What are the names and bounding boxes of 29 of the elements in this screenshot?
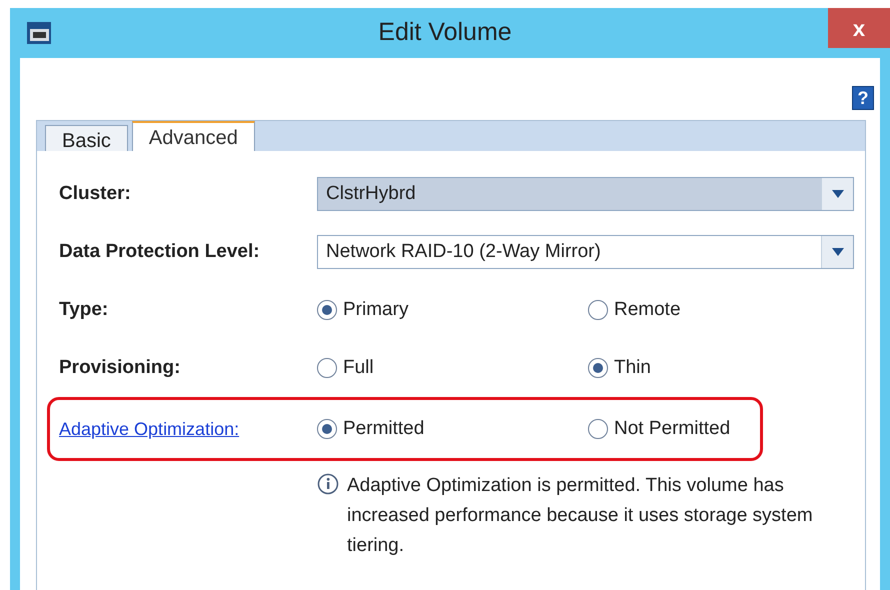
tab[interactable]: Basic (45, 125, 128, 151)
field-label: Data Protection Level: (59, 240, 261, 264)
radio-label: Thin (614, 356, 651, 380)
radio-label: Remote (614, 298, 681, 322)
dropdown[interactable]: Network RAID-10 (2-Way Mirror) (317, 235, 854, 269)
info-icon (317, 473, 339, 495)
radio-button[interactable] (588, 358, 608, 378)
caret-icon[interactable] (821, 236, 853, 268)
field-label: Cluster: (59, 182, 132, 206)
app-icon (26, 21, 52, 45)
radio-button[interactable] (588, 300, 608, 320)
info-text: Adaptive Optimization is permitted. This volume has increased performance because it uses storage system tiering. (347, 474, 814, 558)
tab[interactable]: Advanced (132, 121, 255, 151)
field-label: Type: (59, 298, 110, 322)
radio-label: Permitted (343, 416, 424, 441)
radio-label: Full (343, 356, 374, 380)
help-button[interactable]: ? (852, 86, 874, 110)
radio-button[interactable] (317, 419, 337, 439)
radio-label: Primary (343, 298, 408, 322)
radio-label: Not Permitted (614, 416, 730, 441)
window-title: Edit Volume (377, 17, 513, 48)
field-link[interactable]: Adaptive Optimization: (59, 416, 317, 442)
caret-icon[interactable] (821, 178, 853, 210)
field-label: Provisioning: (59, 356, 182, 380)
dropdown-value: Network RAID-10 (2-Way Mirror) (325, 240, 602, 264)
radio-button[interactable] (588, 419, 608, 439)
radio-button[interactable] (317, 300, 337, 320)
radio-button[interactable] (317, 358, 337, 378)
close-button[interactable]: x (828, 8, 890, 48)
